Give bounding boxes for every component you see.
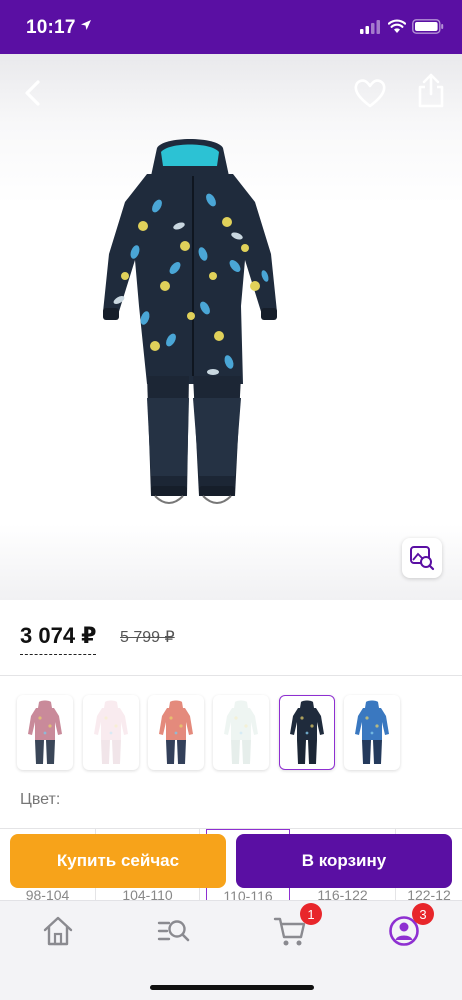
cart-badge: 1 [300,903,322,925]
color-variant-light-mint[interactable] [213,695,269,770]
color-variants [17,695,447,770]
image-search-icon [410,546,435,571]
variant-thumbnail [355,700,389,764]
profile-badge: 3 [412,903,434,925]
location-arrow-icon [81,20,91,30]
color-variant-light-pink[interactable] [83,695,139,770]
back-arrow-icon[interactable] [16,76,50,110]
color-variant-navy-birds[interactable] [279,695,335,770]
home-icon[interactable] [40,913,76,949]
old-price: 5 799 ₽ [120,629,175,646]
add-to-cart-button[interactable]: В корзину [236,834,452,888]
color-variant-coral-floral[interactable] [148,695,204,770]
share-icon[interactable] [414,72,448,110]
variant-thumbnail [28,700,62,764]
divider [0,675,462,676]
status-time: 10:17 [26,17,76,38]
product-gallery[interactable] [0,54,462,600]
price-row: 3 074 ₽ 5 799 ₽ [20,620,440,660]
color-variant-blue-print[interactable] [344,695,400,770]
status-bar: 10:17 [0,0,462,54]
variant-thumbnail [94,700,128,764]
cellular-signal-icon [360,20,380,34]
wifi-icon [388,19,406,33]
buy-now-button[interactable]: Купить сейчас [10,834,226,888]
variant-thumbnail [159,700,193,764]
heart-icon[interactable] [352,76,388,110]
color-variant-pink-floral[interactable] [17,695,73,770]
visual-search-button[interactable] [402,538,442,578]
battery-icon [412,19,444,34]
variant-thumbnail [290,700,324,764]
catalog-search-icon[interactable] [156,913,192,949]
product-image [103,139,277,504]
variant-thumbnail [224,700,258,764]
current-price[interactable]: 3 074 ₽ [20,623,97,655]
color-label: Цвет: [20,791,61,808]
home-indicator [150,985,314,990]
